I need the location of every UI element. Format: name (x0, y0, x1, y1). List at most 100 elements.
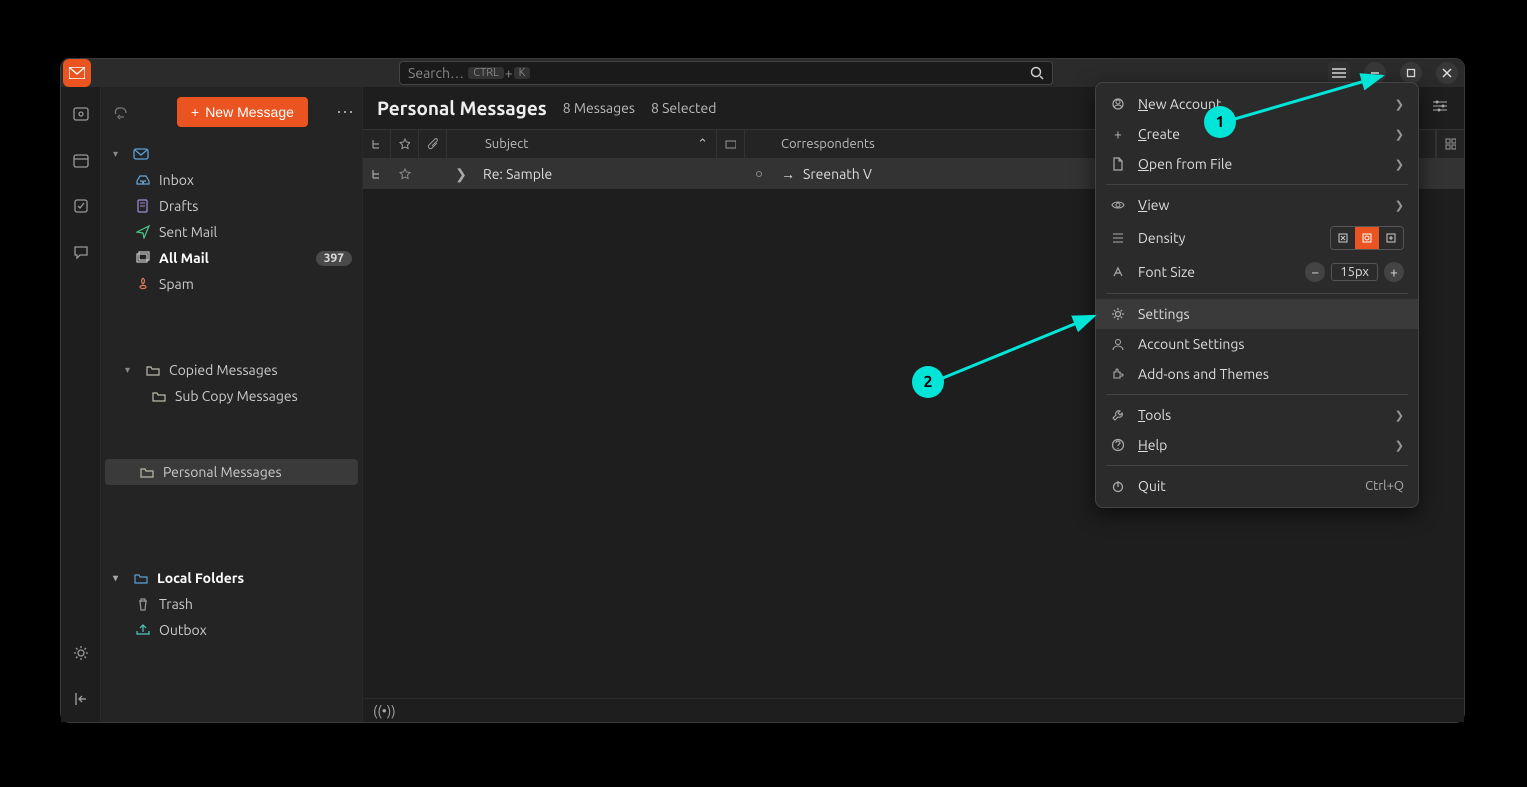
sort-asc-icon: ⌃ (697, 137, 708, 152)
account-icon (133, 146, 149, 162)
help-icon (1110, 437, 1126, 453)
local-folders[interactable]: ▾ Local Folders (101, 565, 362, 591)
account-row[interactable]: ▾ (101, 141, 362, 167)
folder-subcopy[interactable]: Sub Copy Messages (101, 383, 362, 409)
density-relaxed[interactable] (1379, 227, 1403, 249)
trash-icon (135, 596, 151, 612)
col-picker[interactable] (1436, 130, 1464, 158)
drafts-icon (135, 198, 151, 214)
chevron-right-icon: ❯ (1395, 199, 1404, 212)
col-subject[interactable]: Subject ⌃ (447, 130, 717, 158)
allmail-icon (135, 250, 151, 266)
tasks-space-icon[interactable] (72, 197, 90, 215)
menu-addons[interactable]: Add-ons and Themes (1096, 359, 1418, 389)
annotation-1: 1 (1204, 106, 1236, 138)
annotation-arrow-2 (926, 310, 1106, 390)
selected-count: 8 Selected (651, 100, 716, 116)
power-icon (1110, 478, 1126, 494)
folder-sent[interactable]: Sent Mail (101, 219, 362, 245)
search-icon[interactable] (1030, 66, 1044, 80)
quit-shortcut: Ctrl+Q (1365, 479, 1404, 493)
folder-copied[interactable]: ▾ Copied Messages (101, 357, 362, 383)
folder-allmail[interactable]: All Mail 397 (101, 245, 362, 271)
statusbar: ((•)) (363, 698, 1464, 722)
chevron-down-icon: ▾ (113, 148, 125, 160)
chevron-right-icon: ❯ (1395, 439, 1404, 452)
outbox-icon (135, 622, 151, 638)
chevron-right-icon: ❯ (1395, 409, 1404, 422)
folder-spam[interactable]: Spam (101, 271, 362, 297)
menu-view[interactable]: View ❯ (1096, 190, 1418, 220)
new-message-button[interactable]: + New Message (177, 97, 308, 127)
page-title: Personal Messages (377, 97, 547, 119)
online-indicator-icon[interactable]: ((•)) (373, 703, 396, 719)
menu-font-size: Font Size − 15px + (1096, 256, 1418, 288)
calendar-space-icon[interactable] (72, 151, 90, 169)
col-attachment[interactable] (419, 130, 447, 158)
sync-icon[interactable] (111, 103, 129, 121)
eye-icon (1110, 197, 1126, 213)
settings-space-icon[interactable] (72, 644, 90, 662)
chat-space-icon[interactable] (72, 243, 90, 261)
col-star[interactable] (391, 130, 419, 158)
font-size-value: 15px (1331, 263, 1378, 281)
sent-icon (135, 224, 151, 240)
folder-pane-options[interactable]: ⋯ (336, 102, 354, 123)
close-button[interactable] (1436, 62, 1458, 84)
kbd-ctrl: CTRL (468, 67, 504, 79)
col-thread[interactable] (363, 130, 391, 158)
gear-icon (1110, 306, 1126, 322)
menu-quit[interactable]: Quit Ctrl+Q (1096, 471, 1418, 501)
folder-inbox[interactable]: Inbox (101, 167, 362, 193)
menu-account-settings[interactable]: Account Settings (1096, 329, 1418, 359)
mail-icon (69, 67, 85, 79)
star-toggle[interactable] (391, 168, 419, 180)
folder-outbox[interactable]: Outbox (101, 617, 362, 643)
menu-settings[interactable]: Settings (1096, 299, 1418, 329)
folder-pane: + New Message ⋯ ▾ Inbox Drafts (101, 87, 363, 722)
col-spam-indicator[interactable] (717, 130, 745, 158)
wrench-icon (1110, 407, 1126, 423)
annotation-2: 2 (912, 366, 944, 398)
font-decrease-button[interactable]: − (1305, 262, 1325, 282)
mail-space-icon[interactable] (72, 105, 90, 123)
display-options-icon[interactable] (1432, 99, 1450, 117)
new-account-icon (1110, 96, 1126, 112)
folder-icon (139, 464, 155, 480)
app-icon (63, 59, 91, 87)
app-menu: New Account ❯ + Create ❯ Open from File … (1095, 82, 1419, 508)
search-placeholder: Search… (408, 65, 464, 81)
inbox-icon (135, 172, 151, 188)
thread-indicator (363, 168, 391, 180)
read-indicator (756, 171, 762, 177)
account-settings-icon (1110, 336, 1126, 352)
plus-icon: + (1110, 126, 1126, 142)
menu-open-file[interactable]: Open from File ❯ (1096, 149, 1418, 179)
plus-icon: + (191, 104, 199, 120)
chevron-right-icon: ❯ (1395, 158, 1404, 171)
kbd-k: K (514, 67, 531, 79)
menu-help[interactable]: Help ❯ (1096, 430, 1418, 460)
folder-tree: ▾ Inbox Drafts Sent Mail All Mail (101, 137, 362, 647)
collapse-icon[interactable] (72, 690, 90, 708)
density-toggle[interactable] (1330, 226, 1404, 250)
expand-thread[interactable]: ❯ (447, 166, 475, 183)
folder-personal[interactable]: Personal Messages (105, 459, 358, 485)
spaces-toolbar (61, 87, 101, 722)
font-increase-button[interactable]: + (1384, 262, 1404, 282)
search-input[interactable]: Search… CTRL + K (399, 61, 1053, 85)
font-icon (1110, 264, 1126, 280)
menu-density: Density (1096, 220, 1418, 256)
unread-badge: 397 (316, 251, 352, 266)
chevron-down-icon: ▾ (125, 364, 137, 376)
direction-icon: → (781, 166, 795, 182)
density-compact[interactable] (1331, 227, 1355, 249)
puzzle-icon (1110, 366, 1126, 382)
menu-tools[interactable]: Tools ❯ (1096, 400, 1418, 430)
file-icon (1110, 156, 1126, 172)
density-default[interactable] (1355, 227, 1379, 249)
folder-trash[interactable]: Trash (101, 591, 362, 617)
folder-icon (133, 570, 149, 586)
density-icon (1110, 230, 1126, 246)
folder-drafts[interactable]: Drafts (101, 193, 362, 219)
